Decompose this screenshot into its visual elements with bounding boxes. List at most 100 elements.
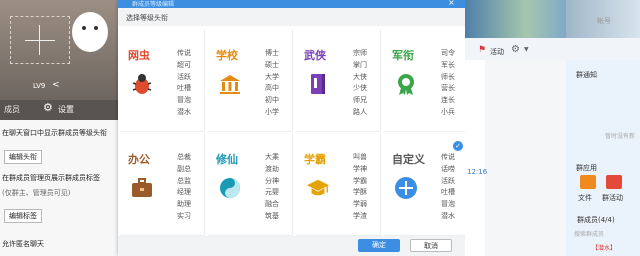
tab-members[interactable]: 成员 (4, 104, 20, 115)
rank-item: 学酥 (353, 188, 367, 197)
category-wuxia[interactable]: 武侠 宗师 掌门 大侠 少侠 师兄 路人 (296, 29, 381, 132)
rank-item: 渡劫 (265, 164, 279, 173)
notice-empty-text: 暂时没有新 (605, 133, 636, 140)
rank-list: 司令 军长 师长 营长 连长 小兵 (441, 48, 455, 119)
rank-item: 路人 (353, 107, 367, 116)
medal-icon (394, 72, 418, 96)
rank-item: 实习 (177, 211, 191, 220)
chevron-down-icon[interactable]: ▼ (524, 46, 529, 53)
category-wangchong[interactable]: 网虫 传说 超可 活跃 吐槽 冒泡 潜水 (120, 29, 205, 132)
group-members-count: 群成员(4/4) (577, 216, 615, 224)
category-title: 办公 (128, 153, 150, 166)
bug-icon (130, 72, 154, 96)
edit-title-button[interactable]: 编辑头衔 (4, 150, 42, 164)
rank-item: 活跃 (177, 72, 191, 81)
category-title: 学校 (216, 49, 238, 62)
rank-item: 超可 (177, 60, 191, 69)
cancel-button[interactable]: 取消 (410, 239, 452, 252)
rank-item: 吐槽 (441, 188, 455, 197)
category-xueba[interactable]: 学霸 叫兽 学神 学霸 学酥 学弱 学渣 (296, 133, 381, 236)
rank-item: 传说 (441, 153, 455, 161)
rank-item: 博士 (265, 49, 279, 57)
rank-item: 连长 (441, 96, 455, 105)
show-tag-option[interactable]: 在群成员管理页展示群成员标签 (2, 173, 100, 183)
rank-item: 活跃 (441, 176, 455, 185)
rank-item: 话唠 (441, 164, 455, 173)
rank-item: 大侠 (353, 72, 367, 81)
rank-title-editor-dialog: 群成员等级编辑 × 选择等级头衔 网虫 传说 超可 活跃 吐槽 冒泡 潜水 学校 (118, 0, 468, 256)
category-cultivation[interactable]: 修仙 大乘 渡劫 分神 元婴 融合 筑基 (208, 133, 293, 236)
close-icon[interactable]: × (448, 0, 455, 7)
rank-item: 经理 (177, 188, 191, 197)
taichi-icon (218, 176, 242, 200)
message-time: 12:16 (467, 168, 488, 176)
rank-list: 传说 话唠 活跃 吐槽 冒泡 潜水 (441, 152, 455, 223)
rank-item: 司令 (441, 49, 455, 57)
dialog-subtitle: 选择等级头衔 (126, 14, 168, 22)
rank-list: 博士 硕士 大学 高中 初中 小学 (265, 48, 279, 119)
file-app-icon[interactable] (580, 175, 596, 189)
file-app-label[interactable]: 文件 (578, 193, 592, 203)
avatar-upload-box[interactable] (10, 16, 70, 64)
rank-item: 掌门 (353, 60, 367, 69)
rank-item: 高中 (265, 84, 279, 93)
rank-item: 元婴 (265, 188, 279, 197)
account-search[interactable]: 帐号 (597, 16, 611, 26)
share-icon[interactable]: < (52, 80, 60, 90)
rank-item: 融合 (265, 200, 279, 209)
rank-item: 传说 (177, 49, 191, 57)
rank-item: 叫兽 (353, 153, 367, 161)
edit-tag-button[interactable]: 编辑标签 (4, 209, 42, 223)
rank-list: 总裁 副总 总监 经理 助理 实习 (177, 152, 191, 223)
rank-item: 军长 (441, 60, 455, 69)
anonymous-chat-option[interactable]: 允许匿名聊天 (2, 239, 44, 249)
rank-list: 宗师 掌门 大侠 少侠 师兄 路人 (353, 48, 367, 119)
dialog-subheader (118, 8, 465, 26)
group-activity-app-icon[interactable] (606, 175, 622, 189)
school-icon (218, 72, 242, 96)
rank-item: 学弱 (353, 200, 367, 209)
rank-item: 初中 (265, 96, 279, 105)
selected-check-icon: ✓ (453, 141, 463, 151)
category-title: 武侠 (304, 49, 326, 62)
member-rank-badge: 【潜水】 (592, 245, 617, 252)
rank-item: 少侠 (353, 84, 367, 93)
category-office[interactable]: 办公 总裁 副总 总监 经理 助理 实习 (120, 133, 205, 236)
rank-category-grid: 网虫 传说 超可 活跃 吐槽 冒泡 潜水 学校 博士 硕士 大学 高中 初中 小… (120, 29, 468, 236)
briefcase-icon (130, 176, 154, 200)
category-school[interactable]: 学校 博士 硕士 大学 高中 初中 小学 (208, 29, 293, 132)
rank-item: 副总 (177, 164, 191, 173)
rank-item: 营长 (441, 84, 455, 93)
rank-list: 传说 超可 活跃 吐槽 冒泡 潜水 (177, 48, 191, 119)
gear-icon[interactable]: ⚙ (43, 101, 53, 114)
tab-settings[interactable]: 设置 (58, 104, 74, 115)
search-members-input[interactable]: 搜索群成员 (574, 229, 604, 238)
rank-item: 学霸 (353, 176, 367, 185)
category-title: 自定义 (392, 153, 425, 166)
category-military[interactable]: 军衔 司令 军长 师长 营长 连长 小兵 (384, 29, 468, 132)
plus-icon (394, 176, 418, 200)
category-title: 军衔 (392, 49, 414, 62)
rank-list: 叫兽 学神 学霸 学酥 学弱 学渣 (353, 152, 367, 223)
graduation-cap-icon (306, 176, 330, 200)
rank-item: 师兄 (353, 96, 367, 105)
rank-item: 冒泡 (177, 96, 191, 105)
rank-item: 学渣 (353, 211, 367, 220)
rank-item: 宗师 (353, 49, 367, 57)
show-title-option[interactable]: 在聊天窗口中显示群成员等级头衔 (2, 128, 107, 138)
group-apps-title: 群应用 (576, 164, 597, 172)
group-activity-app-label[interactable]: 群活动 (602, 193, 623, 203)
category-title: 修仙 (216, 153, 238, 166)
mascot-avatar (72, 12, 108, 52)
level-label: LV9 (33, 82, 46, 90)
category-title: 学霸 (304, 153, 326, 166)
rank-item: 筑基 (265, 211, 279, 220)
gear-icon[interactable]: ⚙ (511, 44, 520, 55)
flag-icon[interactable]: ⚑ (478, 45, 486, 55)
rank-item: 冒泡 (441, 200, 455, 209)
rank-item: 潜水 (177, 107, 191, 116)
rank-item: 总裁 (177, 153, 191, 161)
rank-item: 小学 (265, 107, 279, 116)
ok-button[interactable]: 确定 (358, 239, 400, 252)
activity-button[interactable]: 活动 (490, 47, 504, 57)
